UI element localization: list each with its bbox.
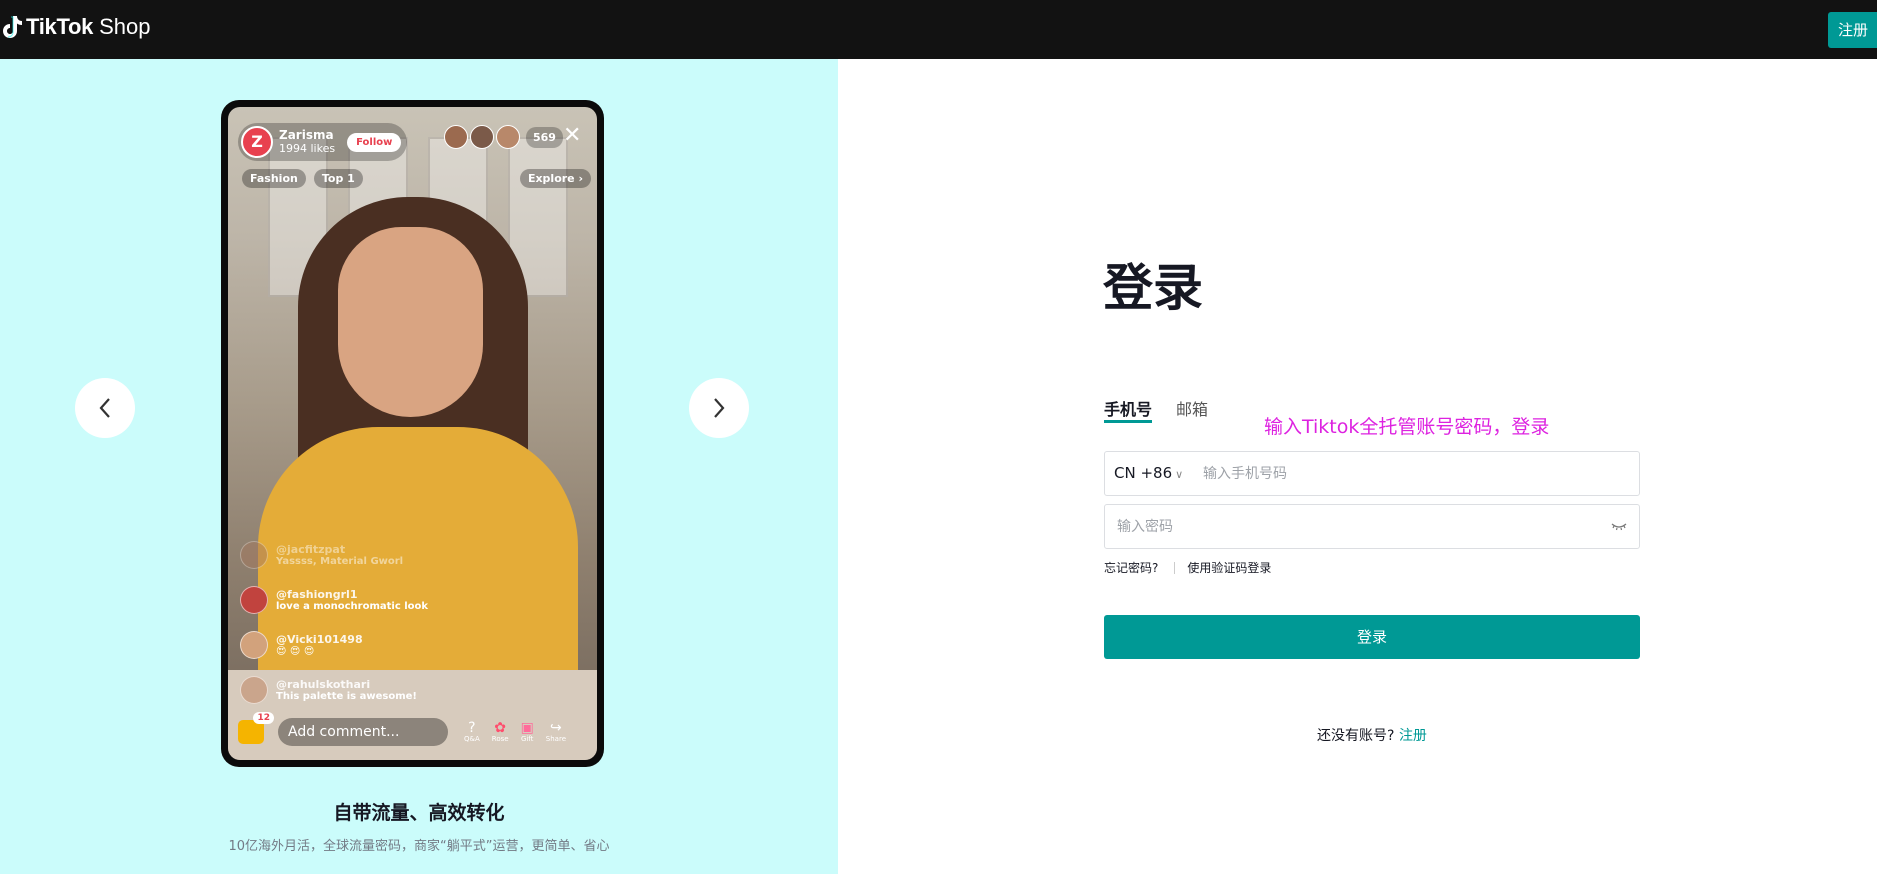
stream-tags: Fashion Top 1 <box>242 169 363 188</box>
hero-panel: Z Zarisma 1994 likes Follow 569 ✕ Fashio… <box>0 59 838 874</box>
live-action-icons: ? Q&A ✿ Rose ▣ Gift ↪ Share <box>464 721 566 743</box>
shopping-bag-icon: 12 <box>238 712 274 744</box>
chevron-left-icon <box>99 398 110 418</box>
country-code-select[interactable]: CN +86 ∨ <box>1114 464 1183 482</box>
password-field <box>1104 504 1640 549</box>
active-tab-indicator <box>1104 420 1152 423</box>
phone-mockup: Z Zarisma 1994 likes Follow 569 ✕ Fashio… <box>221 100 604 767</box>
country-code-value: CN +86 <box>1114 464 1173 482</box>
carousel-next-button[interactable] <box>689 378 749 438</box>
password-input[interactable] <box>1117 516 1587 538</box>
hero-subtitle: 10亿海外月活，全球流量密码，商家“躺平式”运营，更简单、省心 <box>228 839 610 854</box>
no-account-text: 还没有账号? <box>1317 728 1395 744</box>
tab-email[interactable]: 邮箱 <box>1176 396 1208 420</box>
register-button-top[interactable]: 注册 <box>1828 12 1877 48</box>
signup-link[interactable]: 注册 <box>1399 728 1427 744</box>
viewer-avatar <box>496 125 520 149</box>
live-stream-screen: Z Zarisma 1994 likes Follow 569 ✕ Fashio… <box>228 107 597 760</box>
comment-item: @Vicki101498 😍 😍 😍 <box>240 622 428 667</box>
comment-user: @fashiongrl1 <box>276 587 358 601</box>
comment-item: @rahulskothari This palette is awesome! <box>240 667 428 712</box>
close-icon: ✕ <box>563 123 582 148</box>
commenter-avatar <box>240 630 268 659</box>
comment-item: @jacfitzpat Yassss, Material Gworl <box>240 532 428 577</box>
comment-item: @fashiongrl1 love a monochromatic look <box>240 577 428 622</box>
signup-prompt: 还没有账号? 注册 <box>1104 725 1640 745</box>
viewer-list: 569 <box>444 125 563 149</box>
annotation-note: 输入Tiktok全托管账号密码，登录 <box>1264 416 1550 438</box>
chevron-right-icon <box>714 398 725 418</box>
comment-user: @rahulskothari <box>276 677 371 691</box>
qa-icon: ? Q&A <box>464 720 480 743</box>
host-name: Zarisma <box>279 128 334 142</box>
forgot-password-link[interactable]: 忘记密码? <box>1104 559 1158 576</box>
follow-button: Follow <box>347 132 402 152</box>
comment-text: 😍 😍 😍 <box>276 645 315 657</box>
tab-phone[interactable]: 手机号 <box>1104 396 1152 420</box>
viewer-avatar <box>444 125 468 149</box>
comment-text: love a monochromatic look <box>276 600 429 612</box>
logo-text: TikTok <box>26 14 94 39</box>
tag-top: Top 1 <box>313 169 363 188</box>
tiktok-note-icon <box>3 16 22 38</box>
viewer-count: 569 <box>526 126 563 148</box>
tiktok-shop-logo[interactable]: TikTok Shop <box>2 14 150 40</box>
comment-text: Yassss, Material Gworl <box>276 555 404 567</box>
comment-user: @Vicki101498 <box>276 632 363 646</box>
phone-input[interactable] <box>1203 463 1623 485</box>
host-avatar: Z <box>241 126 273 158</box>
chevron-down-icon: ∨ <box>1175 468 1184 481</box>
commenter-avatar <box>240 675 268 704</box>
hero-title: 自带流量、高效转化 <box>333 802 505 824</box>
comment-feed: @jacfitzpat Yassss, Material Gworl @fashi… <box>240 532 428 712</box>
host-likes-count: 1994 <box>279 142 307 155</box>
comment-text: This palette is awesome! <box>276 690 417 702</box>
phone-field: CN +86 ∨ <box>1104 451 1640 496</box>
auxiliary-links: 忘记密码? 使用验证码登录 <box>1104 559 1271 576</box>
commenter-avatar <box>240 585 268 614</box>
comment-user: @jacfitzpat <box>276 542 346 556</box>
login-title: 登录 <box>1103 259 1203 317</box>
host-likes-label: likes <box>310 142 336 155</box>
login-button[interactable]: 登录 <box>1104 615 1640 659</box>
viewer-avatar <box>470 125 494 149</box>
carousel-prev-button[interactable] <box>75 378 135 438</box>
link-divider <box>1174 561 1176 574</box>
eye-closed-icon[interactable] <box>1611 520 1627 532</box>
gift-icon: ▣ Gift <box>520 720 534 743</box>
logo-sub-text: Shop <box>99 14 151 39</box>
top-navbar: TikTok Shop 注册 <box>0 0 1877 59</box>
share-icon: ↪ Share <box>545 720 566 743</box>
tag-fashion: Fashion <box>242 169 306 188</box>
commenter-avatar <box>240 540 268 569</box>
rose-icon: ✿ Rose <box>491 720 509 743</box>
host-info-pill: Z Zarisma 1994 likes Follow <box>238 123 408 161</box>
bag-count-badge: 12 <box>253 712 274 724</box>
live-bottom-bar: 12 Add comment... ? Q&A ✿ Rose ▣ Gift ↪ Shar… <box>238 712 597 746</box>
explore-label: Explore › <box>519 169 591 188</box>
code-login-link[interactable]: 使用验证码登录 <box>1187 559 1271 576</box>
add-comment-field: Add comment... <box>278 718 448 746</box>
